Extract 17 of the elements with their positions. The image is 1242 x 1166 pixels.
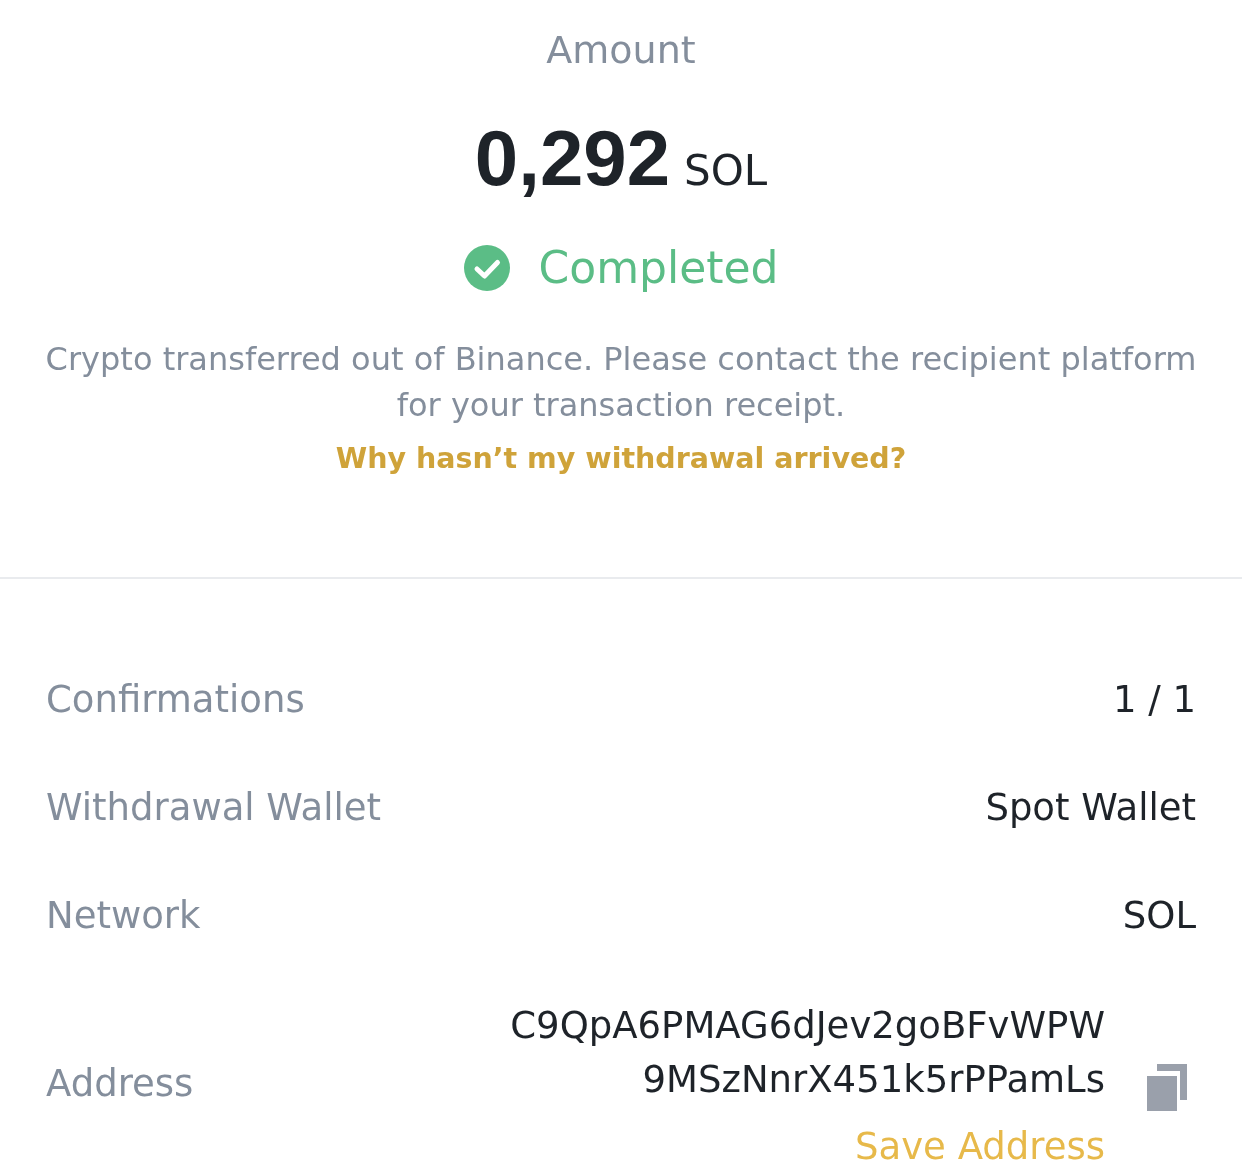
status-label: Completed <box>538 241 779 295</box>
detail-label: Confirmations <box>46 677 305 723</box>
help-link[interactable]: Why hasn’t my withdrawal arrived? <box>335 436 907 482</box>
copy-icon[interactable] <box>1147 1064 1187 1111</box>
notice-text: Crypto transferred out of Binance. Please contact the recipient platform for your transaction receipt. <box>44 339 1198 426</box>
save-address-link[interactable]: Save Address <box>855 1125 1105 1166</box>
detail-value: Spot Wallet <box>985 785 1196 831</box>
amount-unit: SOL <box>684 145 768 197</box>
detail-value: SOL <box>1122 893 1196 939</box>
detail-label: Network <box>46 893 201 939</box>
check-circle-icon <box>463 245 510 291</box>
detail-label: Address <box>46 1061 194 1107</box>
detail-label: Withdrawal Wallet <box>46 785 382 831</box>
amount-value: 0,292 <box>474 113 671 203</box>
address-value: C9QpA6PMAG6dJev2goBFvWPW 9MSzNnrX451k5rPPamLs <box>510 1003 1105 1103</box>
detail-value: 1 / 1 <box>1112 677 1196 723</box>
amount-title: Amount <box>546 27 696 74</box>
